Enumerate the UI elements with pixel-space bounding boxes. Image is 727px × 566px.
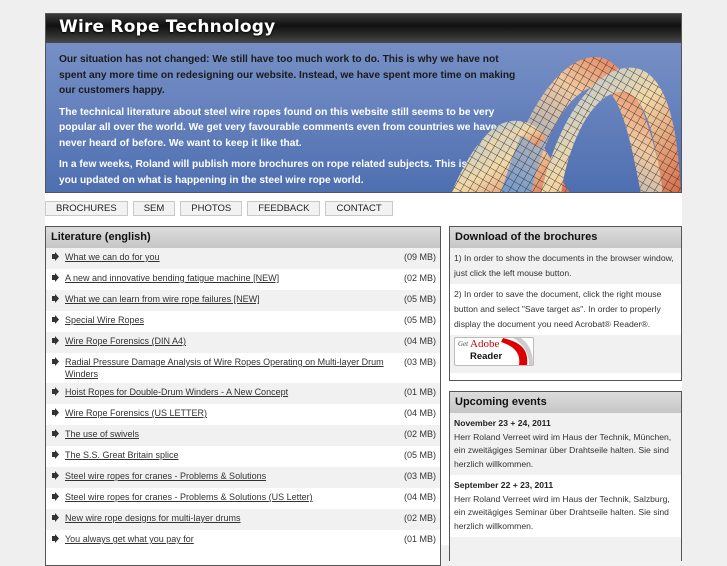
brochure-link[interactable]: The S.S. Great Britain splice: [65, 449, 404, 461]
file-size: (02 MB): [403, 429, 436, 439]
event-item: September 22 + 23, 2011 Herr Roland Verr…: [450, 475, 681, 537]
arrow-bullet-icon: [52, 357, 59, 366]
file-size: (04 MB): [403, 408, 436, 418]
file-size: (05 MB): [403, 294, 436, 304]
adobe-reader-row: Get Adobe Reader: [450, 335, 681, 373]
download-step-1: 1) In order to show the documents in the…: [450, 248, 681, 284]
file-size: (03 MB): [403, 357, 436, 367]
get-adobe-reader-button[interactable]: Get Adobe Reader: [454, 337, 534, 366]
download-panel: Download of the brochures 1) In order to…: [449, 226, 682, 381]
brochure-link[interactable]: Steel wire ropes for cranes - Problems &…: [65, 491, 404, 503]
literature-row: Radial Pressure Damage Analysis of Wire …: [46, 353, 440, 383]
download-step-2: 2) In order to save the document, click …: [454, 289, 662, 329]
arrow-bullet-icon: [52, 315, 59, 324]
file-size: (01 MB): [403, 534, 436, 544]
literature-row: Special Wire Ropes (05 MB): [46, 311, 440, 332]
brochure-link[interactable]: What we can do for you: [65, 251, 404, 263]
literature-row: Steel wire ropes for cranes - Problems &…: [46, 488, 440, 509]
badge-adobe-text: Adobe: [470, 338, 500, 350]
download-heading: Download of the brochures: [450, 227, 681, 248]
arrow-bullet-icon: [52, 513, 59, 522]
file-size: (04 MB): [403, 336, 436, 346]
arrow-bullet-icon: [52, 492, 59, 501]
arrow-bullet-icon: [52, 534, 59, 543]
literature-row: Wire Rope Forensics (US LETTER) (04 MB): [46, 404, 440, 425]
event-text: Herr Roland Verreet wird im Haus der Tec…: [454, 493, 670, 531]
brochure-link[interactable]: Special Wire Ropes: [65, 314, 404, 326]
file-size: (02 MB): [403, 273, 436, 283]
file-size: (02 MB): [403, 513, 436, 523]
literature-panel: Literature (english) What we can do for …: [45, 226, 441, 566]
literature-row: What we can learn from wire rope failure…: [46, 290, 440, 311]
brochure-link[interactable]: Wire Rope Forensics (US LETTER): [65, 407, 404, 419]
literature-row: A new and innovative bending fatigue mac…: [46, 269, 440, 290]
page: Wire Rope Technology Our situation has n…: [45, 13, 682, 566]
brochure-link[interactable]: A new and innovative bending fatigue mac…: [65, 272, 404, 284]
events-heading: Upcoming events: [450, 392, 681, 413]
literature-list: What we can do for you (09 MB) A new and i…: [46, 248, 440, 551]
literature-row: What we can do for you (09 MB): [46, 248, 440, 269]
file-size: (01 MB): [403, 387, 436, 397]
brochure-link[interactable]: The use of swivels: [65, 428, 404, 440]
event-item-partial: [450, 537, 681, 565]
badge-reader-text: Reader: [470, 351, 503, 362]
badge-get-text: Get: [458, 340, 469, 348]
literature-row: Wire Rope Forensics (DIN A4) (04 MB): [46, 332, 440, 353]
literature-row: Steel wire ropes for cranes - Problems &…: [46, 467, 440, 488]
literature-row: The use of swivels (02 MB): [46, 425, 440, 446]
brochure-link[interactable]: Steel wire ropes for cranes - Problems &…: [65, 470, 404, 482]
event-text: Herr Roland Verreet wird im Haus der Tec…: [454, 431, 672, 469]
brochure-link[interactable]: What we can learn from wire rope failure…: [65, 293, 404, 305]
title-bar: Wire Rope Technology: [46, 14, 681, 43]
arrow-bullet-icon: [52, 408, 59, 417]
event-date: September 22 + 23, 2011: [454, 480, 554, 490]
brochure-link[interactable]: Hoist Ropes for Double-Drum Winders - A …: [65, 386, 404, 398]
arrow-bullet-icon: [52, 294, 59, 303]
nav-sem[interactable]: SEM: [132, 201, 176, 216]
literature-row: You always get what you pay for (01 MB): [46, 530, 440, 551]
events-panel: Upcoming events November 23 + 24, 2011 H…: [449, 391, 682, 565]
literature-row: The S.S. Great Britain splice (05 MB): [46, 446, 440, 467]
literature-heading: Literature (english): [46, 227, 440, 248]
file-size: (03 MB): [403, 471, 436, 481]
nav-contact[interactable]: CONTACT: [325, 201, 393, 216]
adobe-swoosh-icon: [501, 338, 533, 365]
file-size: (09 MB): [403, 252, 436, 262]
site-title: Wire Rope Technology: [59, 17, 276, 37]
header-banner: Wire Rope Technology Our situation has n…: [45, 13, 682, 193]
arrow-bullet-icon: [52, 471, 59, 480]
file-size: (05 MB): [403, 315, 436, 325]
rope-strands: [451, 57, 681, 192]
literature-row: New wire rope designs for multi-layer dr…: [46, 509, 440, 530]
arrow-bullet-icon: [52, 252, 59, 261]
nav-photos[interactable]: PHOTOS: [180, 201, 243, 216]
main-nav: BROCHURES SEM PHOTOS FEEDBACK CONTACT: [45, 201, 393, 216]
file-size: (04 MB): [403, 492, 436, 502]
nav-brochures[interactable]: BROCHURES: [45, 201, 128, 216]
arrow-bullet-icon: [52, 336, 59, 345]
arrow-bullet-icon: [52, 450, 59, 459]
nav-feedback[interactable]: FEEDBACK: [247, 201, 321, 216]
wire-rope-illustration: [451, 57, 681, 192]
arrow-bullet-icon: [52, 387, 59, 396]
brochure-link[interactable]: Wire Rope Forensics (DIN A4): [65, 335, 404, 347]
brochure-link[interactable]: New wire rope designs for multi-layer dr…: [65, 512, 404, 524]
file-size: (05 MB): [403, 450, 436, 460]
brochure-link[interactable]: You always get what you pay for: [65, 533, 404, 545]
event-date: November 23 + 24, 2011: [454, 418, 551, 428]
event-item: November 23 + 24, 2011 Herr Roland Verre…: [450, 413, 681, 475]
literature-row: Hoist Ropes for Double-Drum Winders - A …: [46, 383, 440, 404]
arrow-bullet-icon: [52, 429, 59, 438]
brochure-link[interactable]: Radial Pressure Damage Analysis of Wire …: [65, 356, 404, 380]
arrow-bullet-icon: [52, 273, 59, 282]
